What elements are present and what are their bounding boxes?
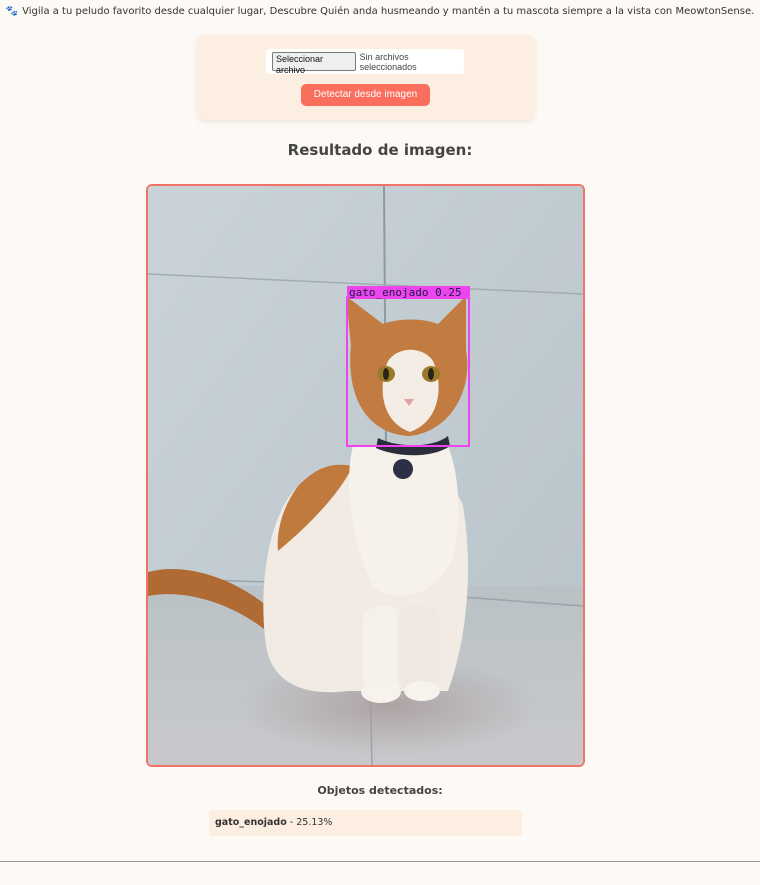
- footer-divider: [0, 861, 760, 862]
- tagline-text: Vigila a tu peludo favorito desde cualqu…: [22, 6, 755, 17]
- detection-separator: -: [286, 817, 297, 828]
- result-title: Resultado de imagen:: [287, 141, 473, 159]
- cat-photo: gato_enojado 0.25: [148, 186, 583, 765]
- select-file-button[interactable]: Seleccionar archivo: [272, 52, 356, 75]
- detection-list-item: gato_enojado - 25.13%: [209, 810, 522, 836]
- result-image: gato_enojado 0.25: [146, 184, 585, 767]
- detect-from-image-button[interactable]: Detectar desde imagen: [301, 84, 430, 106]
- detected-objects-title: Objetos detectados:: [317, 784, 443, 797]
- paw-icon: 🐾: [5, 6, 19, 17]
- detection-class: gato_enojado: [215, 817, 287, 828]
- tagline: 🐾 Vigila a tu peludo favorito desde cualq…: [0, 6, 760, 17]
- file-status-text: Sin archivos seleccionados: [359, 51, 417, 72]
- upload-card: Seleccionar archivo Sin archivos selecci…: [197, 35, 535, 120]
- detection-confidence: 25.13%: [296, 817, 333, 828]
- file-input[interactable]: Seleccionar archivo Sin archivos selecci…: [266, 49, 464, 75]
- detection-label: gato_enojado 0.25: [349, 286, 462, 299]
